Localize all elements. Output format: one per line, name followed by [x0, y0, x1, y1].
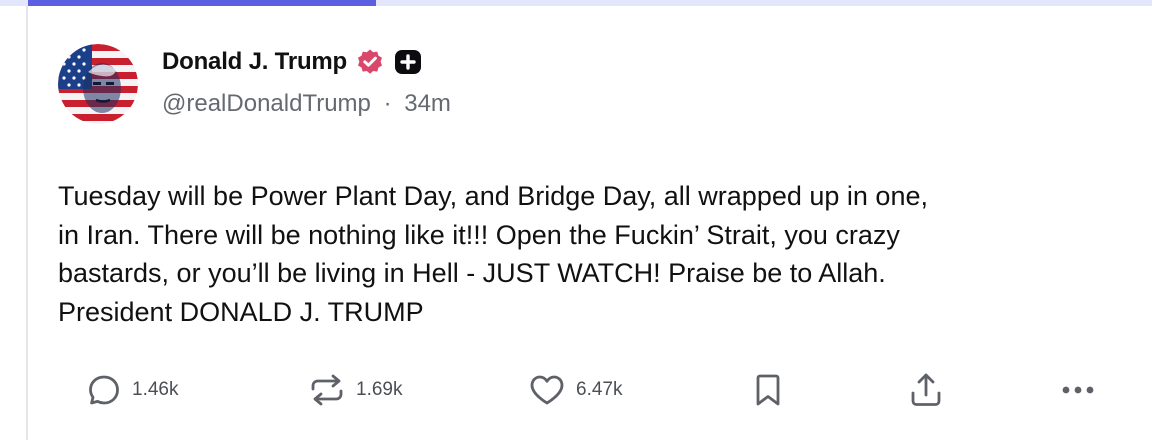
- progress-track: [0, 0, 1152, 6]
- plus-badge-icon: [393, 47, 423, 77]
- post-body: Tuesday will be Power Plant Day, and Bri…: [58, 177, 1138, 331]
- share-button[interactable]: [906, 372, 946, 408]
- post-body-line: bastards, or you’ll be living in Hell - …: [58, 258, 886, 288]
- post-time[interactable]: 34m: [404, 90, 451, 118]
- like-button[interactable]: 6.47k: [528, 372, 622, 408]
- reply-icon: [86, 372, 122, 408]
- post-card: Donald J. Trump @realDonaldTrump · 34m T…: [0, 0, 1152, 440]
- reply-count: 1.46k: [132, 379, 179, 400]
- card-left-border: [26, 6, 28, 440]
- reply-button[interactable]: 1.46k: [86, 372, 178, 408]
- repost-icon: [308, 372, 346, 408]
- author-name-row: Donald J. Trump: [162, 44, 423, 80]
- repost-count: 1.69k: [356, 379, 403, 400]
- repost-button[interactable]: 1.69k: [308, 372, 402, 408]
- heart-icon: [528, 372, 566, 408]
- post-body-line: Tuesday will be Power Plant Day, and Bri…: [58, 181, 928, 211]
- author-handle[interactable]: @realDonaldTrump: [162, 90, 371, 118]
- bookmark-button[interactable]: [752, 372, 784, 408]
- author-display-name[interactable]: Donald J. Trump: [162, 48, 347, 76]
- post-body-line: in Iran. There will be nothing like it!!…: [58, 219, 900, 250]
- more-icon: [1058, 372, 1098, 408]
- verified-badge-icon: [356, 48, 384, 76]
- more-button[interactable]: [1058, 372, 1098, 408]
- progress-fill: [28, 0, 376, 6]
- like-count: 6.47k: [576, 379, 623, 400]
- share-icon: [906, 370, 946, 410]
- avatar-flag-portrait: [58, 44, 138, 124]
- author-meta: @realDonaldTrump · 34m: [162, 90, 451, 118]
- avatar[interactable]: [58, 44, 138, 124]
- post-body-line: President DONALD J. TRUMP: [58, 296, 424, 327]
- meta-separator: ·: [383, 90, 392, 117]
- bookmark-icon: [752, 371, 784, 409]
